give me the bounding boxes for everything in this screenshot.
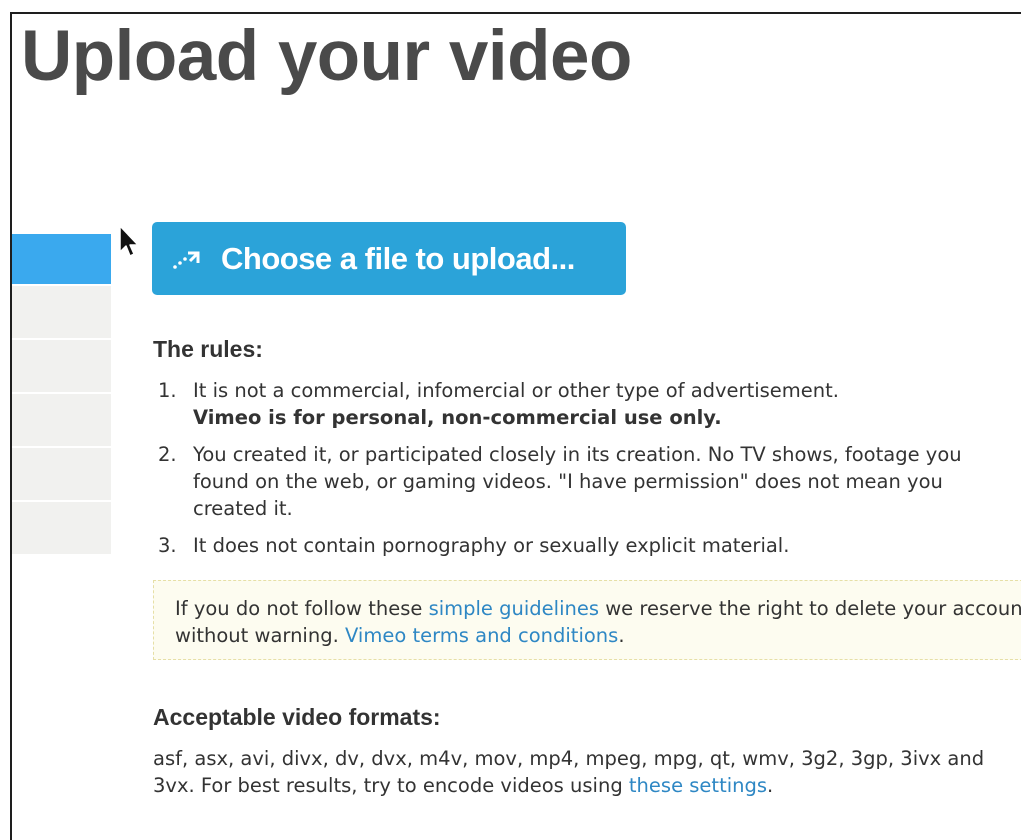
formats-heading: Acceptable video formats: xyxy=(153,704,441,730)
sidebar-item-active[interactable] xyxy=(12,234,111,286)
formats-text-end: . xyxy=(767,774,774,797)
rule-number: 3. xyxy=(158,534,177,557)
warning-notice: If you do not follow these simple guidel… xyxy=(153,580,1021,660)
formats-section: Acceptable video formats: asf, asx, avi,… xyxy=(153,704,1021,799)
sidebar-item[interactable] xyxy=(12,502,111,556)
these-settings-link[interactable]: these settings xyxy=(629,774,767,797)
sidebar-item[interactable] xyxy=(12,394,111,448)
rules-list: 1. It is not a commercial, infomercial o… xyxy=(153,377,1021,559)
list-item: 3. It does not contain pornography or se… xyxy=(153,532,1021,559)
formats-text: asf, asx, avi, divx, dv, dvx, m4v, mov, … xyxy=(153,745,1021,799)
formats-list: asf, asx, avi, divx, dv, dvx, m4v, mov, … xyxy=(153,747,985,797)
sidebar-item[interactable] xyxy=(12,448,111,502)
choose-file-button[interactable]: Choose a file to upload... xyxy=(152,222,626,295)
list-item: 2. You created it, or participated close… xyxy=(153,441,1021,522)
choose-file-label: Choose a file to upload... xyxy=(221,240,575,276)
rule-text: You created it, or participated closely … xyxy=(193,443,962,520)
rules-heading: The rules: xyxy=(153,336,263,362)
sidebar-item[interactable] xyxy=(12,286,111,340)
list-item: 1. It is not a commercial, infomercial o… xyxy=(153,377,1021,431)
upload-arrow-icon xyxy=(173,251,200,269)
notice-text: . xyxy=(618,624,625,647)
page-title: Upload your video xyxy=(21,17,632,96)
rule-text-body: It is not a commercial, infomercial or o… xyxy=(193,379,839,402)
rule-number: 2. xyxy=(158,443,177,466)
mouse-pointer-icon xyxy=(119,225,139,257)
sidebar-item[interactable] xyxy=(12,340,111,394)
simple-guidelines-link[interactable]: simple guidelines xyxy=(429,597,599,620)
rule-number: 1. xyxy=(158,379,177,402)
terms-link[interactable]: Vimeo terms and conditions xyxy=(345,624,618,647)
main-content: The rules: 1. It is not a commercial, in… xyxy=(153,336,1021,797)
sidebar xyxy=(12,234,111,556)
browser-viewport: Upload your video Choose a file to uploa… xyxy=(10,12,1021,840)
rule-text: It does not contain pornography or sexua… xyxy=(193,534,790,557)
rule-text-bold: Vimeo is for personal, non-commercial us… xyxy=(193,406,722,429)
rule-text: It is not a commercial, infomercial or o… xyxy=(193,377,1021,431)
notice-text: If you do not follow these xyxy=(175,597,429,620)
